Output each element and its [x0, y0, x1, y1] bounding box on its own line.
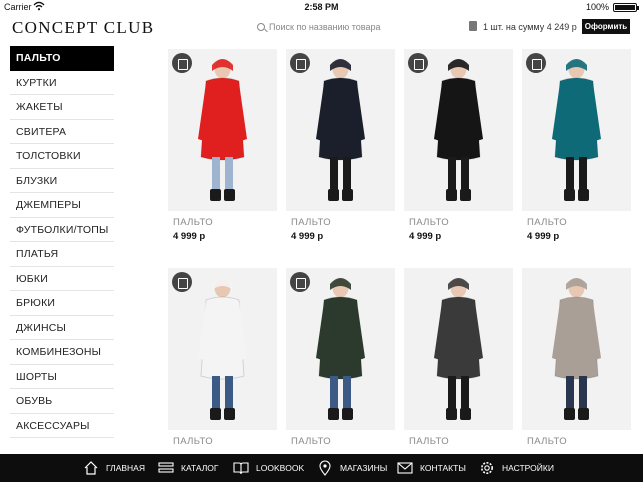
- product-title: ПАЛЬТО: [173, 217, 214, 228]
- sidebar-item[interactable]: ТОЛСТОВКИ: [10, 144, 114, 169]
- envelope-icon: [397, 460, 420, 476]
- shopping-bag-icon[interactable]: [172, 272, 192, 292]
- gear-icon: [479, 460, 502, 476]
- product-card[interactable]: ПАЛЬТО 4 999 р: [168, 49, 277, 242]
- search-placeholder: Поиск по названию товара: [269, 22, 381, 32]
- shopping-bag-icon[interactable]: [290, 272, 310, 292]
- product-title: ПАЛЬТО: [291, 217, 332, 228]
- tab-envelope[interactable]: КОНТАКТЫ: [397, 454, 466, 482]
- sidebar-item[interactable]: ЖАКЕТЫ: [10, 95, 114, 120]
- product-price: 4 999 р: [291, 231, 324, 242]
- product-photo[interactable]: [286, 49, 395, 211]
- product-card[interactable]: ПАЛЬТО 4 999 р: [404, 49, 513, 242]
- product-title: ПАЛЬТО: [291, 436, 332, 447]
- home-icon: [83, 460, 106, 476]
- battery-percent: 100%: [585, 2, 609, 12]
- product-photo[interactable]: [168, 268, 277, 430]
- clock: 2:58 PM: [304, 2, 339, 12]
- product-card[interactable]: ПАЛЬТО 4 999 р: [286, 49, 395, 242]
- product-price: 4 999 р: [173, 231, 206, 242]
- product-price: 4 999 р: [527, 231, 560, 242]
- header: CONCEPT CLUB Поиск по названию товара 1 …: [0, 14, 643, 44]
- status-bar: Carrier 2:58 PM 100%: [0, 0, 643, 14]
- shopping-bag-icon[interactable]: [290, 53, 310, 73]
- product-title: ПАЛЬТО: [409, 436, 450, 447]
- product-photo[interactable]: [522, 49, 631, 211]
- sidebar-item[interactable]: ОБУВЬ: [10, 389, 114, 414]
- shopping-bag-icon[interactable]: [408, 53, 428, 73]
- catalog-icon: [158, 460, 181, 476]
- sidebar-item[interactable]: ПАЛЬТО: [10, 46, 114, 71]
- shopping-bag-icon[interactable]: [526, 53, 546, 73]
- sidebar-item[interactable]: ЮБКИ: [10, 267, 114, 291]
- tab-gear[interactable]: НАСТРОЙКИ: [479, 454, 554, 482]
- tab-label: КАТАЛОГ: [181, 463, 219, 473]
- product-photo[interactable]: [522, 268, 631, 430]
- sidebar-item[interactable]: АКСЕССУАРЫ: [10, 414, 114, 438]
- product-photo[interactable]: [404, 268, 513, 430]
- product-title: ПАЛЬТО: [173, 436, 214, 447]
- checkout-button[interactable]: Оформить: [582, 19, 630, 34]
- product-photo[interactable]: [168, 49, 277, 211]
- tab-book[interactable]: LOOKBOOK: [233, 454, 304, 482]
- product-photo[interactable]: [286, 268, 395, 430]
- sidebar-item[interactable]: БЛУЗКИ: [10, 169, 114, 193]
- product-photo[interactable]: [404, 49, 513, 211]
- shopping-bag-icon: [469, 21, 477, 31]
- product-card[interactable]: ПАЛЬТО: [168, 268, 277, 447]
- tab-label: НАСТРОЙКИ: [502, 463, 554, 473]
- sidebar-item[interactable]: ДЖИНСЫ: [10, 316, 114, 340]
- product-card[interactable]: ПАЛЬТО 4 999 р: [522, 49, 631, 242]
- sidebar-item[interactable]: СВИТЕРА: [10, 120, 114, 144]
- search-field[interactable]: Поиск по названию товара: [257, 22, 380, 32]
- product-price: 4 999 р: [409, 231, 442, 242]
- tab-label: LOOKBOOK: [256, 463, 305, 473]
- product-card[interactable]: ПАЛЬТО: [286, 268, 395, 447]
- product-title: ПАЛЬТО: [527, 436, 568, 447]
- tab-map-pin[interactable]: МАГАЗИНЫ: [317, 454, 387, 482]
- battery-icon: [613, 3, 639, 12]
- shopping-bag-icon[interactable]: [172, 53, 192, 73]
- sidebar-item[interactable]: ФУТБОЛКИ/ТОПЫ: [10, 218, 114, 242]
- product-card[interactable]: ПАЛЬТО: [404, 268, 513, 447]
- map-pin-icon: [317, 460, 340, 476]
- sidebar-item[interactable]: КОМБИНЕЗОНЫ: [10, 340, 114, 365]
- sidebar-item[interactable]: ПЛАТЬЯ: [10, 242, 114, 267]
- tab-home[interactable]: ГЛАВНАЯ: [83, 454, 145, 482]
- tab-catalog[interactable]: КАТАЛОГ: [158, 454, 219, 482]
- sidebar-item[interactable]: БРЮКИ: [10, 291, 114, 316]
- category-sidebar: ПАЛЬТО КУРТКИ ЖАКЕТЫ СВИТЕРА ТОЛСТОВКИ БЛУЗКИ…: [10, 46, 114, 438]
- sidebar-item[interactable]: ДЖЕМПЕРЫ: [10, 193, 114, 218]
- brand-logo[interactable]: CONCEPT CLUB: [12, 18, 154, 38]
- tab-label: МАГАЗИНЫ: [340, 463, 388, 473]
- sidebar-item[interactable]: КУРТКИ: [10, 71, 114, 95]
- cart-summary[interactable]: 1 шт. на сумму 4 249 р: [469, 20, 577, 32]
- bottom-tab-bar: ГЛАВНАЯ КАТАЛОГ LOOKBOOK МАГАЗИНЫ КОНТАКТЫ НА…: [0, 454, 643, 482]
- search-icon: [257, 23, 265, 31]
- tab-label: КОНТАКТЫ: [420, 463, 466, 473]
- sidebar-item[interactable]: ШОРТЫ: [10, 365, 114, 389]
- book-icon: [233, 460, 256, 476]
- product-title: ПАЛЬТО: [409, 217, 450, 228]
- product-title: ПАЛЬТО: [527, 217, 568, 228]
- product-card[interactable]: ПАЛЬТО: [522, 268, 631, 447]
- cart-summary-text: 1 шт. на сумму 4 249 р: [483, 22, 577, 32]
- tab-label: ГЛАВНАЯ: [106, 463, 145, 473]
